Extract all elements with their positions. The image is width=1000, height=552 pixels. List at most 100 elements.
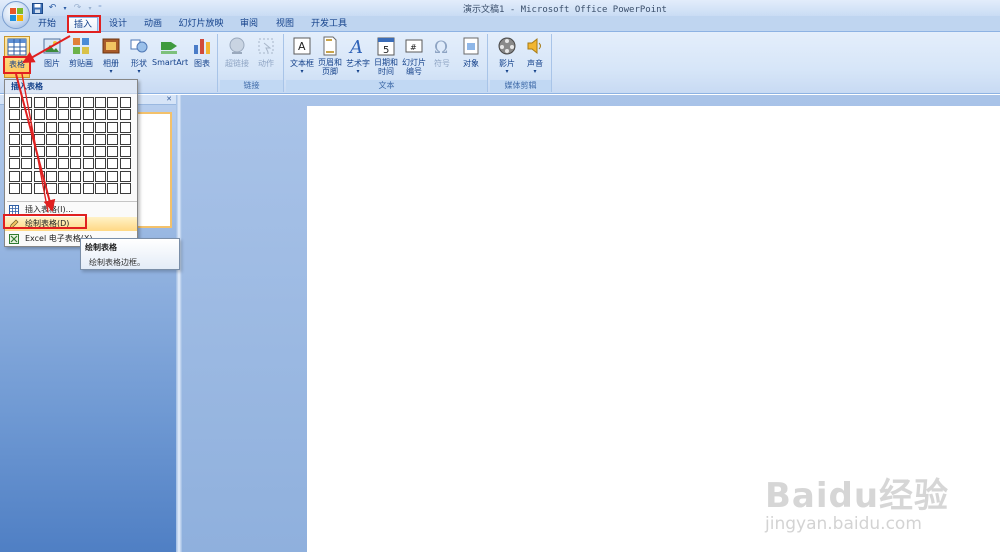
grid-cell[interactable] xyxy=(21,97,33,108)
grid-cell[interactable] xyxy=(45,121,57,133)
grid-cell[interactable] xyxy=(9,121,20,133)
datetime-button[interactable]: 5 日期和 时间 xyxy=(372,36,400,76)
grid-cell[interactable] xyxy=(107,97,119,108)
grid-cell[interactable] xyxy=(21,158,33,170)
grid-cell[interactable] xyxy=(70,121,82,133)
picture-button[interactable]: 图片 xyxy=(40,36,64,69)
grid-cell[interactable] xyxy=(9,133,20,145)
grid-cell[interactable] xyxy=(33,133,45,145)
grid-cell[interactable] xyxy=(33,170,45,182)
table-size-grid[interactable] xyxy=(9,97,131,195)
office-button[interactable] xyxy=(2,1,30,29)
grid-cell[interactable] xyxy=(9,158,20,170)
tab-slideshow[interactable]: 幻灯片放映 xyxy=(176,17,226,32)
chart-button[interactable]: 图表 xyxy=(190,36,214,69)
tab-home[interactable]: 开始 xyxy=(34,17,60,32)
tab-design[interactable]: 设计 xyxy=(106,17,130,32)
grid-cell[interactable] xyxy=(70,158,82,170)
grid-cell[interactable] xyxy=(58,97,70,108)
grid-cell[interactable] xyxy=(33,109,45,121)
grid-cell[interactable] xyxy=(21,109,33,121)
grid-cell[interactable] xyxy=(70,183,82,195)
grid-cell[interactable] xyxy=(58,133,70,145)
grid-cell[interactable] xyxy=(70,133,82,145)
textbox-button[interactable]: A 文本框 ▾ xyxy=(288,36,316,75)
grid-cell[interactable] xyxy=(107,170,119,182)
grid-cell[interactable] xyxy=(82,97,94,108)
grid-cell[interactable] xyxy=(33,158,45,170)
grid-cell[interactable] xyxy=(45,109,57,121)
grid-cell[interactable] xyxy=(58,121,70,133)
grid-cell[interactable] xyxy=(58,183,70,195)
grid-cell[interactable] xyxy=(119,97,131,108)
grid-cell[interactable] xyxy=(107,109,119,121)
header-footer-button[interactable]: 页眉和 页脚 xyxy=(316,36,344,76)
hyperlink-button[interactable]: 超链接 xyxy=(222,36,252,69)
grid-cell[interactable] xyxy=(82,158,94,170)
grid-cell[interactable] xyxy=(45,146,57,158)
symbol-button[interactable]: Ω 符号 xyxy=(430,36,454,69)
grid-cell[interactable] xyxy=(21,146,33,158)
grid-cell[interactable] xyxy=(45,183,57,195)
sound-button[interactable]: 声音 ▾ xyxy=(522,36,548,75)
grid-cell[interactable] xyxy=(9,97,20,108)
grid-cell[interactable] xyxy=(70,146,82,158)
wordart-button[interactable]: A 艺术字 ▾ xyxy=(344,36,372,75)
grid-cell[interactable] xyxy=(58,109,70,121)
clipart-button[interactable]: 剪贴画 xyxy=(66,36,96,69)
grid-cell[interactable] xyxy=(45,97,57,108)
grid-cell[interactable] xyxy=(21,183,33,195)
grid-cell[interactable] xyxy=(45,133,57,145)
action-button[interactable]: 动作 xyxy=(252,36,280,69)
grid-cell[interactable] xyxy=(119,133,131,145)
grid-cell[interactable] xyxy=(21,133,33,145)
album-button[interactable]: 相册 ▾ xyxy=(98,36,124,75)
grid-cell[interactable] xyxy=(119,121,131,133)
grid-cell[interactable] xyxy=(58,146,70,158)
grid-cell[interactable] xyxy=(33,121,45,133)
grid-cell[interactable] xyxy=(95,158,107,170)
close-icon[interactable]: ✕ xyxy=(166,95,172,103)
grid-cell[interactable] xyxy=(95,183,107,195)
grid-cell[interactable] xyxy=(70,109,82,121)
grid-cell[interactable] xyxy=(119,146,131,158)
smartart-button[interactable]: SmartArt xyxy=(152,36,188,67)
grid-cell[interactable] xyxy=(33,146,45,158)
grid-cell[interactable] xyxy=(58,158,70,170)
grid-cell[interactable] xyxy=(119,183,131,195)
grid-cell[interactable] xyxy=(9,146,20,158)
grid-cell[interactable] xyxy=(107,158,119,170)
grid-cell[interactable] xyxy=(9,109,20,121)
grid-cell[interactable] xyxy=(107,146,119,158)
grid-cell[interactable] xyxy=(95,97,107,108)
tab-animation[interactable]: 动画 xyxy=(140,17,166,32)
grid-cell[interactable] xyxy=(21,170,33,182)
grid-cell[interactable] xyxy=(82,183,94,195)
grid-cell[interactable] xyxy=(95,170,107,182)
grid-cell[interactable] xyxy=(58,170,70,182)
shapes-button[interactable]: 形状 ▾ xyxy=(126,36,152,75)
grid-cell[interactable] xyxy=(70,170,82,182)
grid-cell[interactable] xyxy=(95,109,107,121)
grid-cell[interactable] xyxy=(21,121,33,133)
grid-cell[interactable] xyxy=(82,121,94,133)
grid-cell[interactable] xyxy=(95,133,107,145)
grid-cell[interactable] xyxy=(119,109,131,121)
grid-cell[interactable] xyxy=(45,170,57,182)
grid-cell[interactable] xyxy=(107,121,119,133)
tab-developer[interactable]: 开发工具 xyxy=(308,17,350,32)
movie-button[interactable]: 影片 ▾ xyxy=(494,36,520,75)
grid-cell[interactable] xyxy=(82,146,94,158)
grid-cell[interactable] xyxy=(82,133,94,145)
object-button[interactable]: 对象 xyxy=(458,36,484,69)
grid-cell[interactable] xyxy=(95,121,107,133)
tab-review[interactable]: 审阅 xyxy=(236,17,262,32)
grid-cell[interactable] xyxy=(119,170,131,182)
grid-cell[interactable] xyxy=(45,158,57,170)
grid-cell[interactable] xyxy=(9,170,20,182)
grid-cell[interactable] xyxy=(82,109,94,121)
grid-cell[interactable] xyxy=(82,170,94,182)
slide-number-button[interactable]: # 幻灯片 编号 xyxy=(400,36,428,76)
grid-cell[interactable] xyxy=(107,133,119,145)
grid-cell[interactable] xyxy=(95,146,107,158)
